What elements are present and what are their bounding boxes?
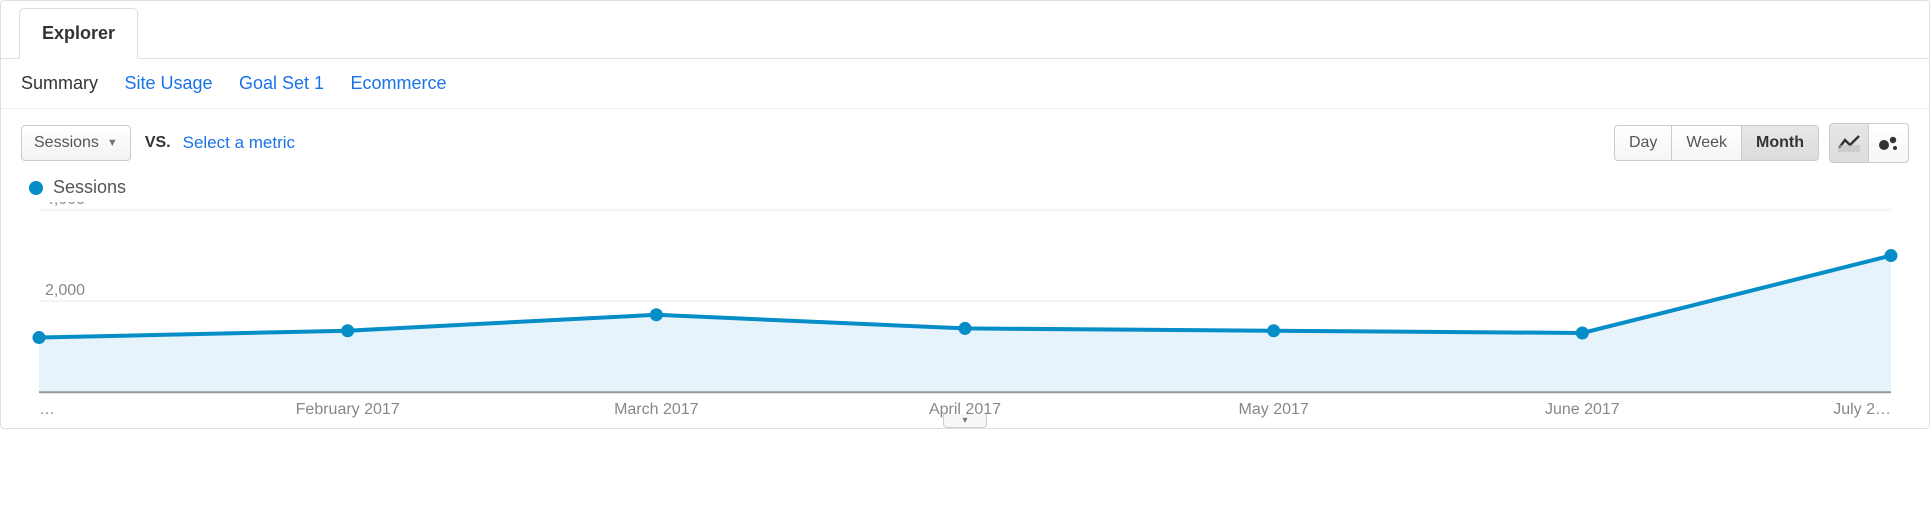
resize-handle[interactable]: ▾	[943, 414, 987, 428]
svg-text:June 2017: June 2017	[1545, 401, 1620, 418]
subnav-site-usage[interactable]: Site Usage	[124, 73, 212, 93]
line-chart-icon	[1838, 134, 1860, 152]
tabstrip: Explorer	[1, 1, 1929, 59]
primary-metric-label: Sessions	[34, 134, 99, 152]
subnav-ecommerce[interactable]: Ecommerce	[351, 73, 447, 93]
grain-day[interactable]: Day	[1614, 125, 1672, 161]
grain-month[interactable]: Month	[1742, 125, 1819, 161]
controls-row: Sessions ▼ VS. Select a metric Day Week …	[1, 109, 1929, 177]
chart-type-bubble-button[interactable]	[1869, 123, 1909, 163]
tab-explorer[interactable]: Explorer	[19, 8, 138, 59]
legend-swatch	[29, 181, 43, 195]
sessions-line-chart: 2,0004,000 …February 2017March 2017April…	[29, 202, 1901, 422]
subnav-summary[interactable]: Summary	[21, 73, 98, 93]
legend-label: Sessions	[53, 177, 126, 198]
chart-area: 2,0004,000 …February 2017March 2017April…	[1, 202, 1929, 428]
svg-text:May 2017: May 2017	[1239, 401, 1309, 418]
chevron-down-icon: ▾	[962, 415, 967, 426]
svg-text:July 2…: July 2…	[1833, 401, 1891, 418]
select-secondary-metric[interactable]: Select a metric	[183, 133, 295, 153]
svg-text:February 2017: February 2017	[296, 401, 400, 418]
time-grain-group: Day Week Month	[1614, 125, 1819, 161]
explorer-panel: Explorer Summary Site Usage Goal Set 1 E…	[0, 0, 1930, 429]
primary-metric-dropdown[interactable]: Sessions ▼	[21, 125, 131, 161]
svg-text:March 2017: March 2017	[614, 401, 699, 418]
vs-label: VS.	[145, 134, 171, 152]
svg-text:…: …	[39, 401, 55, 418]
chart-type-line-button[interactable]	[1829, 123, 1869, 163]
caret-down-icon: ▼	[107, 137, 118, 149]
bubble-chart-icon	[1878, 134, 1900, 152]
subnav: Summary Site Usage Goal Set 1 Ecommerce	[1, 59, 1929, 109]
svg-text:2,000: 2,000	[45, 282, 85, 299]
chart-legend: Sessions	[1, 177, 1929, 202]
subnav-goal-set-1[interactable]: Goal Set 1	[239, 73, 324, 93]
chart-type-group	[1829, 123, 1909, 163]
grain-week[interactable]: Week	[1672, 125, 1742, 161]
svg-text:4,000: 4,000	[45, 202, 85, 208]
